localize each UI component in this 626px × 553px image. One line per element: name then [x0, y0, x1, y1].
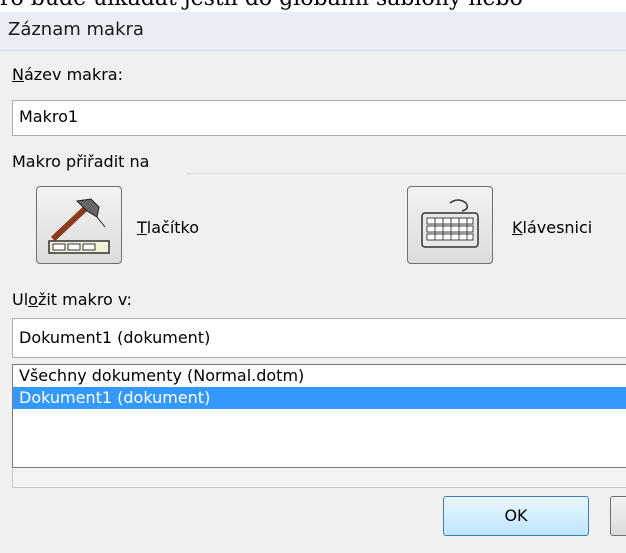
- listbox-scrollbar[interactable]: [12, 468, 626, 488]
- dialog-title: Záznam makra: [8, 19, 144, 40]
- background-document-text: ro bude ulkadat jestli do globalni sablo…: [0, 0, 626, 12]
- store-in-label: Uložit makro v:: [12, 290, 132, 309]
- assign-group-label: Makro přiřadit na: [12, 152, 150, 171]
- assign-button-accesskey: T: [137, 218, 147, 237]
- list-item[interactable]: Všechny dokumenty (Normal.dotm): [13, 365, 626, 387]
- store-in-label-accesskey: o: [28, 290, 38, 309]
- store-in-combobox[interactable]: Dokument1 (dokument): [12, 318, 626, 358]
- keyboard-icon: [421, 199, 479, 248]
- store-in-listbox[interactable]: Všechny dokumenty (Normal.dotm) Dokument…: [12, 364, 626, 468]
- store-in-selected-value: Dokument1 (dokument): [19, 328, 211, 347]
- store-in-label-prefix: Ul: [12, 290, 29, 309]
- assign-keyboard-label: Klávesnici: [512, 218, 592, 237]
- store-in-label-text: žit makro v:: [37, 290, 132, 309]
- cancel-button[interactable]: [610, 496, 626, 536]
- assign-group-divider: [186, 173, 626, 174]
- dialog-titlebar[interactable]: Záznam makra: [0, 12, 626, 51]
- assign-keyboard-accesskey: K: [512, 218, 523, 237]
- macro-name-label-text: ázev makra:: [23, 65, 123, 84]
- assign-button-label-text: lačítko: [146, 218, 200, 237]
- macro-name-label: Název makra:: [12, 65, 123, 84]
- record-macro-dialog: Záznam makra Název makra: Makro1 Makro p…: [0, 12, 626, 553]
- assign-keyboard-label-text: lávesnici: [522, 218, 593, 237]
- macro-name-value: Makro1: [19, 107, 79, 126]
- hammer-toolbar-icon: [48, 198, 110, 254]
- macro-name-input[interactable]: Makro1: [12, 100, 626, 136]
- ok-button[interactable]: OK: [443, 496, 589, 536]
- assign-to-keyboard-button[interactable]: [407, 186, 493, 264]
- assign-button-label: Tlačítko: [137, 218, 199, 237]
- assign-to-button-button[interactable]: [36, 186, 122, 264]
- macro-name-label-accesskey: N: [12, 65, 24, 84]
- list-item-selected[interactable]: Dokument1 (dokument): [13, 387, 626, 409]
